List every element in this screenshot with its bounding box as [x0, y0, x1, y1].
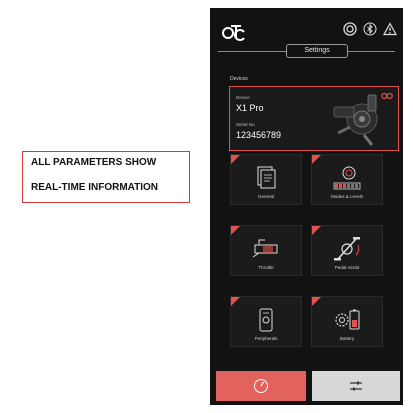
- tile-corner-marker: [231, 155, 240, 164]
- tile-corner-marker: [312, 155, 321, 164]
- tile-label: Peripherals: [254, 336, 278, 341]
- screenshot: ALL PARAMETERS SHOW REAL-TIME INFORMATIO…: [0, 0, 413, 413]
- device-label: Device: [236, 95, 250, 100]
- document-stack-icon: [257, 166, 276, 189]
- warning-icon[interactable]: [383, 22, 397, 36]
- devices-section-label: Devices: [230, 76, 248, 82]
- info-callout: ALL PARAMETERS SHOW REAL-TIME INFORMATIO…: [22, 151, 190, 203]
- tile-label: Pedal Assist: [334, 265, 360, 270]
- tile-corner-marker: [231, 297, 240, 306]
- serial-number: 123456789: [236, 130, 282, 140]
- crank-pedal-icon: [334, 237, 360, 261]
- tile-corner-marker: [231, 226, 240, 235]
- tile-label: General: [257, 194, 274, 199]
- throttle-icon: [252, 239, 278, 258]
- otc-logo-icon: [222, 25, 245, 41]
- peripheral-device-icon: [259, 308, 273, 332]
- speedometer-icon: [254, 379, 268, 393]
- serial-label: Serial No.: [236, 122, 256, 127]
- tile-label: Battery: [339, 336, 355, 341]
- device-card[interactable]: Device X1 Pro Serial No. 123456789: [229, 86, 399, 151]
- tile-corner-marker: [312, 297, 321, 306]
- gear-battery-icon: [335, 309, 360, 330]
- callout-line-2: REAL-TIME INFORMATION: [31, 182, 159, 193]
- dashboard-nav-button[interactable]: [216, 371, 306, 401]
- tile-peripherals[interactable]: Peripherals: [230, 296, 302, 347]
- tile-throttle[interactable]: Throttle: [230, 225, 302, 276]
- tile-modes-levels[interactable]: Modes & Levels: [311, 154, 383, 205]
- device-name: X1 Pro: [236, 103, 264, 113]
- mid-drive-motor-image: [333, 94, 378, 146]
- tile-corner-marker: [312, 226, 321, 235]
- callout-line-1: ALL PARAMETERS SHOW: [31, 157, 157, 168]
- tab-settings[interactable]: Settings: [286, 44, 348, 58]
- bluetooth-icon[interactable]: [363, 22, 377, 36]
- sliders-icon: [350, 381, 362, 391]
- gauge-icon[interactable]: [343, 22, 357, 36]
- status-icons: [343, 22, 397, 36]
- level-meter-icon: [333, 166, 361, 190]
- settings-nav-button[interactable]: [312, 371, 400, 401]
- tile-general[interactable]: General: [230, 154, 302, 205]
- tile-label: Throttle: [258, 265, 274, 270]
- callout-pointer-tick: [408, 127, 409, 147]
- settings-bar: Settings: [218, 44, 395, 58]
- tile-pedal-assist[interactable]: Pedal Assist: [311, 225, 383, 276]
- tile-label: Modes & Levels: [330, 194, 364, 199]
- tile-battery[interactable]: Battery: [311, 296, 383, 347]
